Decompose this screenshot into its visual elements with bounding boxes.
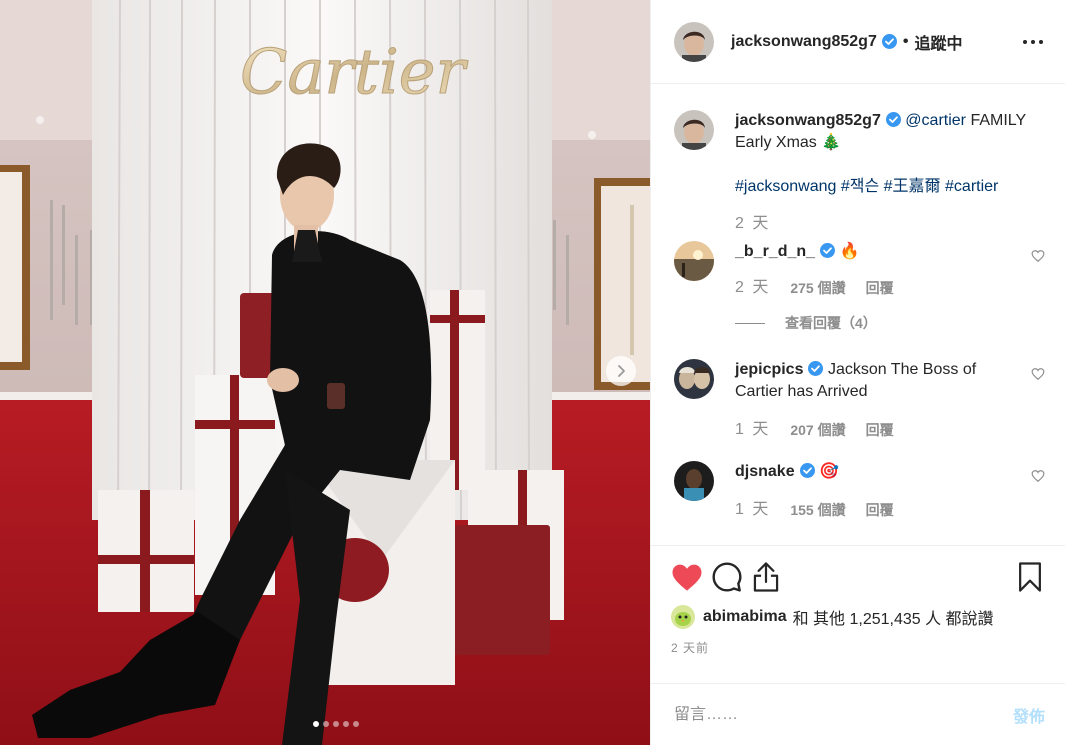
comment-username[interactable]: jepicpics bbox=[735, 361, 803, 378]
avatar[interactable] bbox=[674, 241, 714, 281]
share-button[interactable] bbox=[751, 558, 791, 596]
carousel-dot bbox=[353, 721, 359, 727]
save-button[interactable] bbox=[1017, 558, 1045, 596]
carousel-dot bbox=[333, 721, 339, 727]
verified-badge-icon bbox=[820, 243, 836, 258]
comment-button[interactable] bbox=[711, 558, 751, 596]
avatar-image bbox=[674, 241, 714, 281]
more-options-button[interactable] bbox=[1021, 30, 1045, 54]
avatar[interactable] bbox=[674, 110, 714, 150]
comment-heart-icon[interactable] bbox=[1031, 249, 1045, 263]
post-timestamp: 2 天前 bbox=[671, 641, 710, 655]
comment-item: _b_r_d_n_ 🔥 2 天 275 個讚 回覆 bbox=[674, 241, 1045, 299]
reply-button[interactable]: 回覆 bbox=[866, 419, 894, 441]
comment-heart-icon[interactable] bbox=[1031, 469, 1045, 483]
comment-bubble-icon bbox=[712, 562, 742, 592]
chevron-right-icon bbox=[618, 365, 625, 377]
comment-like-count[interactable]: 207 個讚 bbox=[790, 419, 845, 441]
like-button[interactable] bbox=[671, 558, 711, 596]
carousel-dot bbox=[343, 721, 349, 727]
reply-button[interactable]: 回覆 bbox=[866, 499, 894, 521]
brand-logo-text: Cartier bbox=[240, 35, 468, 108]
comment-username[interactable]: _b_r_d_n_ bbox=[735, 243, 815, 260]
comment-item: djsnake 🎯 1 天 155 個讚 回覆 bbox=[674, 461, 1045, 521]
verified-badge-icon bbox=[881, 34, 897, 49]
add-comment-bar: 發佈 bbox=[651, 683, 1065, 745]
hashtag-link[interactable]: #cartier bbox=[945, 178, 998, 195]
comment-like-count[interactable]: 155 個讚 bbox=[790, 499, 845, 521]
comment-like-count[interactable]: 275 個讚 bbox=[790, 277, 845, 299]
comment-time: 2 天 bbox=[735, 279, 771, 296]
post-side-panel: jacksonwang852g7 • 追蹤中 jacksonwang852g7 … bbox=[650, 0, 1065, 745]
heart-filled-icon bbox=[672, 564, 702, 591]
following-button[interactable]: 追蹤中 bbox=[914, 30, 962, 54]
hashtag-link[interactable]: #王嘉爾 bbox=[884, 178, 941, 195]
photo-scene: Cartier bbox=[0, 0, 650, 745]
carousel-dot bbox=[323, 721, 329, 727]
avatar[interactable] bbox=[674, 461, 714, 501]
next-slide-button[interactable] bbox=[606, 356, 636, 386]
avatar[interactable] bbox=[674, 21, 714, 62]
view-replies-button[interactable]: 查看回覆（4） bbox=[735, 313, 1045, 333]
carousel-dot bbox=[313, 721, 319, 727]
comment-username[interactable]: djsnake bbox=[735, 463, 795, 480]
likes-summary: abimabima 和 其他 1,251,435 人 都說讚 bbox=[671, 605, 1045, 629]
avatar[interactable] bbox=[674, 359, 714, 399]
publish-button[interactable]: 發佈 bbox=[1013, 703, 1045, 727]
hashtag-link[interactable]: #잭슨 bbox=[841, 178, 879, 195]
likes-count-text[interactable]: 和 其他 1,251,435 人 都說讚 bbox=[793, 605, 994, 629]
instagram-post: Cartier jacksonwang852g7 • 追蹤中 jacksonwa… bbox=[0, 0, 1065, 745]
avatar-image bbox=[674, 461, 714, 501]
post-photo[interactable]: Cartier bbox=[0, 0, 650, 745]
reply-button[interactable]: 回覆 bbox=[866, 277, 894, 299]
avatar-image bbox=[674, 21, 714, 62]
view-replies-label: 查看回覆（4） bbox=[785, 315, 877, 331]
bookmark-icon bbox=[1019, 562, 1041, 592]
caption-username[interactable]: jacksonwang852g7 bbox=[735, 112, 881, 129]
avatar-image bbox=[671, 605, 695, 629]
liked-by-username[interactable]: abimabima bbox=[703, 608, 787, 626]
comment-text: 🎯 bbox=[819, 463, 839, 480]
carousel-indicator bbox=[0, 721, 650, 727]
avatar[interactable] bbox=[671, 605, 695, 629]
header-separator: • bbox=[902, 32, 909, 50]
caption: jacksonwang852g7 @cartier FAMILY Early X… bbox=[674, 110, 1045, 235]
comment-input[interactable] bbox=[674, 705, 1013, 724]
header-username[interactable]: jacksonwang852g7 bbox=[731, 33, 877, 51]
verified-badge-icon bbox=[885, 112, 901, 127]
caption-hashtags: #jacksonwang #잭슨 #王嘉爾 #cartier bbox=[735, 176, 1045, 198]
more-dots-icon bbox=[1023, 39, 1043, 44]
post-header: jacksonwang852g7 • 追蹤中 bbox=[651, 0, 1065, 84]
comment-heart-icon[interactable] bbox=[1031, 367, 1045, 381]
comments-list: jacksonwang852g7 @cartier FAMILY Early X… bbox=[651, 84, 1065, 545]
avatar-image bbox=[674, 110, 714, 150]
avatar-image bbox=[674, 359, 714, 399]
verified-badge-icon bbox=[808, 361, 824, 376]
caption-time: 2 天 bbox=[735, 215, 771, 232]
comment-item: jepicpics Jackson The Boss of Cartier ha… bbox=[674, 359, 1045, 441]
replies-divider bbox=[735, 322, 765, 324]
caption-mention-link[interactable]: @cartier bbox=[905, 112, 966, 129]
comment-time: 1 天 bbox=[735, 501, 771, 518]
hashtag-link[interactable]: #jacksonwang bbox=[735, 178, 836, 195]
comment-time: 1 天 bbox=[735, 421, 771, 438]
comment-text: 🔥 bbox=[839, 243, 860, 260]
verified-badge-icon bbox=[799, 463, 815, 478]
share-icon bbox=[753, 562, 779, 592]
